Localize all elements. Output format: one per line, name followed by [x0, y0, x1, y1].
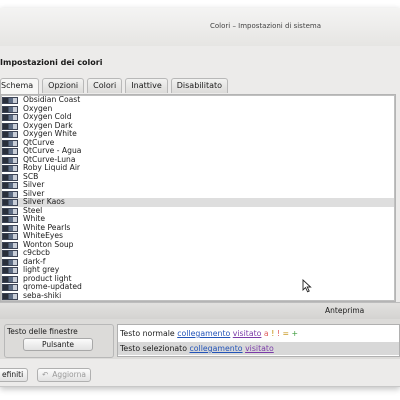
window-text-label: Testo delle finestre	[7, 327, 78, 336]
scheme-preview-icon	[2, 182, 18, 189]
scheme-preview-icon	[2, 156, 18, 164]
scheme-preview-icon	[2, 275, 18, 283]
scheme-preview-icon	[2, 114, 18, 121]
scheme-preview-icon	[2, 207, 18, 215]
selected-text-sample: Testo selezionato collegamento visitato	[118, 342, 399, 355]
mouse-cursor-icon	[302, 279, 312, 293]
scheme-preview-icon	[2, 97, 18, 104]
scheme-preview-icon	[2, 131, 18, 138]
tab-disabled[interactable]: Disabilitato	[170, 78, 229, 93]
scheme-list-item[interactable]: c9cbcb	[2, 248, 394, 258]
settings-window: Colori – Impostazioni di sistema Imposta…	[0, 8, 400, 387]
window-text-group: Testo delle finestre Pulsante	[4, 324, 114, 358]
preview-header: Anteprima	[0, 302, 400, 319]
scheme-list-item[interactable]: Steel	[2, 206, 394, 216]
scheme-list-item[interactable]: Silver Kaos	[2, 197, 394, 207]
scheme-preview-icon	[2, 224, 18, 232]
scheme-preview-icon	[2, 250, 18, 257]
positive-text: =	[282, 329, 289, 338]
scheme-list-item[interactable]: SCB	[2, 172, 394, 182]
tab-colors[interactable]: Colori	[87, 78, 123, 93]
normal-text-sample: Testo normale collegamento visitato a ! …	[120, 329, 298, 338]
scheme-preview-icon	[2, 148, 18, 155]
scheme-preview-icon	[2, 233, 18, 240]
plus-text: +	[291, 329, 299, 338]
scheme-list-item[interactable]: Silver	[2, 180, 394, 190]
neutral-text: !	[271, 329, 275, 338]
scheme-list-item[interactable]: Obsidian Coast	[2, 96, 394, 105]
scheme-list[interactable]: Obsidian Coast Oxygen Oxygen Cold Oxygen Da…	[1, 95, 395, 301]
active-text: !	[276, 329, 280, 338]
scheme-list-item[interactable]: seba-shiki	[2, 290, 394, 301]
preview-area: Testo delle finestre Pulsante Testo norm…	[0, 319, 400, 359]
scheme-list-item[interactable]: Roby Liquid Air	[2, 163, 394, 173]
scheme-list-item[interactable]: Wonton Soup	[2, 240, 394, 250]
apply-label: Aggiorna	[52, 370, 86, 379]
preview-button[interactable]: Pulsante	[23, 338, 93, 351]
preview-title: Anteprima	[325, 306, 365, 315]
normal-link[interactable]: collegamento	[177, 329, 230, 338]
normal-text-label: Testo normale	[120, 329, 175, 338]
tab-options[interactable]: Opzioni	[42, 78, 85, 93]
selected-text-label: Testo selezionato	[120, 344, 188, 353]
defaults-button[interactable]: efiniti	[0, 368, 29, 382]
scheme-preview-icon	[2, 173, 18, 181]
scheme-list-item[interactable]: Oxygen White	[2, 129, 394, 139]
tab-schema[interactable]: Schema	[0, 78, 40, 94]
scheme-preview-icon	[2, 267, 18, 274]
scheme-name: seba-shiki	[23, 290, 62, 300]
scheme-preview-icon	[2, 190, 18, 198]
scheme-preview-icon	[2, 216, 18, 223]
scheme-preview-icon	[2, 292, 18, 300]
normal-visited-link[interactable]: visitato	[233, 329, 262, 338]
apply-button[interactable]: ↶ Aggiorna	[37, 368, 91, 382]
negative-text: a	[263, 329, 269, 338]
selected-visited-link[interactable]: visitato	[245, 344, 274, 353]
page-title: Impostazioni dei colori	[0, 58, 103, 67]
scheme-preview-icon	[2, 284, 18, 291]
scheme-list-item[interactable]: dark-f	[2, 257, 394, 267]
scheme-preview-icon	[2, 241, 18, 249]
scheme-preview-icon	[2, 139, 18, 147]
tab-inactive[interactable]: Inattive	[125, 78, 168, 93]
schema-panel: Obsidian Coast Oxygen Oxygen Cold Oxygen Da…	[0, 94, 396, 302]
scheme-preview-icon	[2, 258, 18, 266]
scheme-preview-icon	[2, 122, 18, 130]
tab-bar: Schema Opzioni Colori Inattive Disabilit…	[0, 78, 231, 94]
window-title: Colori – Impostazioni di sistema	[210, 22, 321, 30]
text-sample-box: Testo normale collegamento visitato a ! …	[117, 324, 400, 357]
scheme-preview-icon	[2, 199, 18, 206]
titlebar[interactable]: Colori – Impostazioni di sistema	[0, 8, 400, 46]
selected-link[interactable]: collegamento	[190, 344, 243, 353]
undo-arrow-icon: ↶	[42, 370, 49, 379]
scheme-preview-icon	[2, 165, 18, 172]
bottom-button-bar: efiniti ↶ Aggiorna	[0, 363, 400, 385]
scheme-preview-icon	[2, 105, 18, 113]
